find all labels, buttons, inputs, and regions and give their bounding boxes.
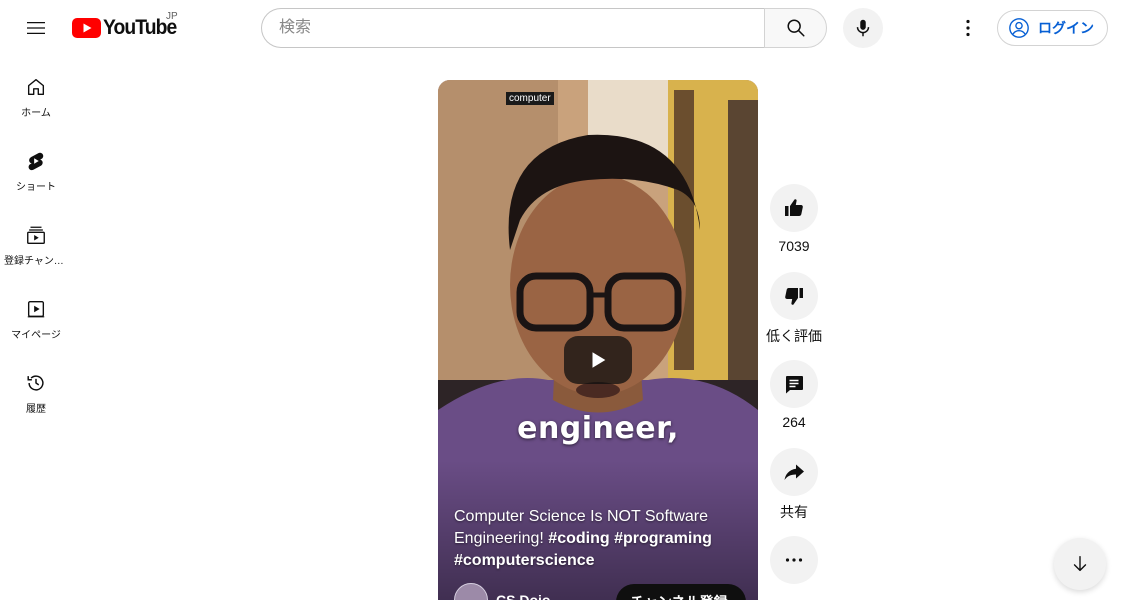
login-button[interactable]: ログイン <box>997 10 1108 46</box>
you-icon <box>27 300 45 318</box>
channel-avatar[interactable] <box>454 583 488 600</box>
sidebar-item-you[interactable]: マイページ <box>4 278 68 352</box>
shorts-icon <box>28 152 44 171</box>
more-horiz-icon <box>785 558 803 562</box>
video-tag-chip: computer <box>506 92 554 105</box>
like-button[interactable] <box>770 184 818 232</box>
more-actions-button[interactable] <box>770 536 818 584</box>
settings-more-button[interactable] <box>948 8 988 48</box>
share-action: 共有 <box>770 448 818 520</box>
sidebar-item-shorts[interactable]: ショート <box>4 130 68 204</box>
next-video-button[interactable] <box>1054 538 1106 590</box>
comments-button[interactable] <box>770 360 818 408</box>
sidebar-item-label: 登録チャンネル <box>4 256 68 267</box>
login-label: ログイン <box>1038 20 1094 36</box>
menu-icon[interactable] <box>16 8 56 48</box>
arrow-down-icon <box>1073 555 1087 572</box>
video-caption-overlay: engineer, <box>517 411 679 446</box>
channel-row: CS Dojo チャンネル登録 <box>454 582 754 600</box>
microphone-icon <box>856 19 870 37</box>
subscriptions-icon <box>27 226 45 244</box>
account-icon <box>1009 18 1029 38</box>
thumbs-up-icon <box>785 199 803 216</box>
comment-action: 264 <box>770 360 818 430</box>
more-vert-icon <box>966 19 970 37</box>
more-action <box>770 536 818 584</box>
dislike-button[interactable] <box>770 272 818 320</box>
like-count: 7039 <box>778 238 810 254</box>
like-action: 7039 <box>770 184 818 254</box>
play-icon <box>592 352 606 368</box>
share-label: 共有 <box>780 504 808 520</box>
comment-count: 264 <box>782 414 806 430</box>
dislike-label: 低く評価 <box>766 328 822 344</box>
search-box <box>261 8 764 48</box>
comment-icon <box>786 376 803 394</box>
dislike-action: 低く評価 <box>766 272 822 344</box>
sidebar-item-home[interactable]: ホーム <box>4 56 68 130</box>
share-icon <box>784 464 804 480</box>
sidebar-item-subscriptions[interactable]: 登録チャンネル <box>4 204 68 278</box>
share-button[interactable] <box>770 448 818 496</box>
channel-name[interactable]: CS Dojo <box>496 592 550 600</box>
search-input[interactable] <box>262 9 764 47</box>
sidebar-item-label: ホーム <box>21 108 51 119</box>
sidebar-item-history[interactable]: 履歴 <box>4 352 68 426</box>
youtube-play-logo-icon <box>72 18 101 38</box>
voice-search-button[interactable] <box>843 8 883 48</box>
region-code: JP <box>166 11 178 22</box>
sidebar-item-label: マイページ <box>11 330 61 341</box>
sidebar-item-label: ショート <box>16 182 56 193</box>
shorts-video-player[interactable]: computer engineer, Computer Science Is N… <box>438 80 758 600</box>
sidebar-item-label: 履歴 <box>26 404 46 415</box>
history-icon <box>27 375 44 391</box>
top-bar: YouTube JP ログイン <box>0 0 1124 56</box>
subscribe-button[interactable]: チャンネル登録 <box>616 584 746 600</box>
search-button[interactable] <box>764 8 827 48</box>
thumbs-down-icon <box>785 288 803 305</box>
home-icon <box>27 78 45 96</box>
video-title[interactable]: Computer Science Is NOT Software Enginee… <box>454 506 744 572</box>
search-icon <box>786 19 805 37</box>
play-button[interactable] <box>564 336 632 384</box>
